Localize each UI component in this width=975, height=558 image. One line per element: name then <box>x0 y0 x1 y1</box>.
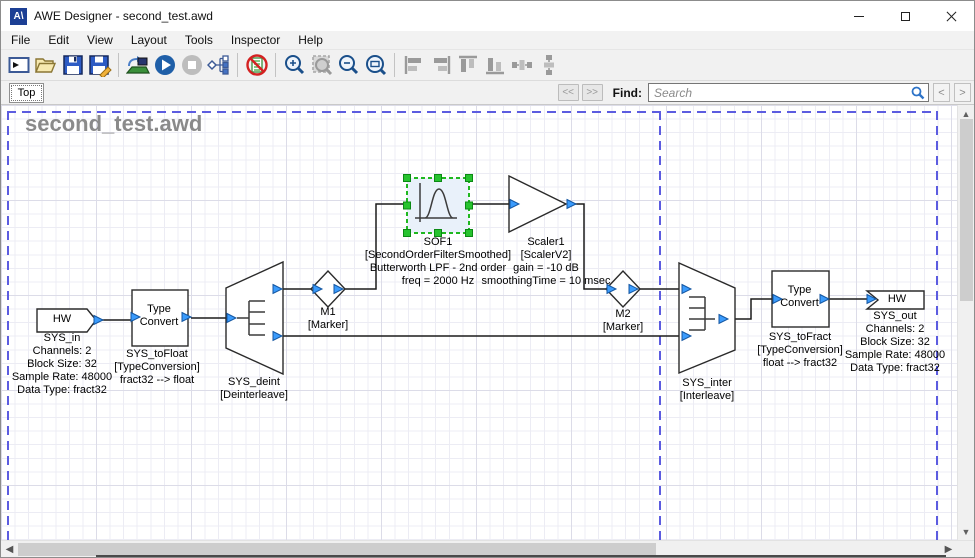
connect-target-icon <box>126 53 150 77</box>
save-as-icon <box>88 53 112 77</box>
zoom-out-button[interactable] <box>335 52 362 79</box>
open-button[interactable] <box>32 52 59 79</box>
menu-view[interactable]: View <box>79 32 121 48</box>
align-bottom-button[interactable] <box>481 52 508 79</box>
align-top-button[interactable] <box>454 52 481 79</box>
align-top-icon <box>456 53 480 77</box>
zoom-fit-button[interactable] <box>362 52 389 79</box>
align-right-button[interactable] <box>427 52 454 79</box>
block-caption-m2: M2[Marker] <box>593 308 653 334</box>
block-caption-sys-out: SYS_outChannels: 2Block Size: 32Sample R… <box>840 310 950 375</box>
window-title: AWE Designer - second_test.awd <box>34 9 213 23</box>
block-caption-inter: SYS_inter[Interleave] <box>652 377 762 403</box>
connect-target-button[interactable] <box>124 52 151 79</box>
tab-bar: Top << >> Find: < > <box>1 81 974 105</box>
wire-inter-tofract[interactable] <box>729 299 777 319</box>
background-window-edge <box>96 555 946 557</box>
block-caption-deint: SYS_deint[Deinterleave] <box>199 376 309 402</box>
zoom-selection-button[interactable] <box>308 52 335 79</box>
menu-inspector[interactable]: Inspector <box>223 32 288 48</box>
scrollbar-corner <box>957 541 974 557</box>
minimize-button[interactable] <box>836 1 882 31</box>
distribute-horizontal-icon <box>510 53 534 77</box>
app-logo-icon: A\ <box>10 8 27 25</box>
menu-tools[interactable]: Tools <box>177 32 221 48</box>
toolbar-separator <box>394 53 395 77</box>
block-caption-m1: M1[Marker] <box>298 306 358 332</box>
find-prev-button[interactable]: < <box>933 83 950 102</box>
align-left-icon <box>402 53 426 77</box>
new-button[interactable] <box>5 52 32 79</box>
menu-bar: File Edit View Layout Tools Inspector He… <box>1 31 974 50</box>
scroll-down-arrow[interactable]: ▼ <box>958 523 974 540</box>
save-button[interactable] <box>59 52 86 79</box>
distribute-vertical-button[interactable] <box>535 52 562 79</box>
menu-file[interactable]: File <box>3 32 38 48</box>
save-as-button[interactable] <box>86 52 113 79</box>
toolbar <box>1 50 974 81</box>
minimize-icon <box>854 16 864 17</box>
toolbar-separator <box>275 53 276 77</box>
run-button[interactable] <box>151 52 178 79</box>
propagate-button[interactable] <box>205 52 232 79</box>
align-right-icon <box>429 53 453 77</box>
vertical-scrollbar[interactable]: ▲ ▼ <box>957 105 974 540</box>
vertical-scroll-thumb[interactable] <box>960 119 973 301</box>
menu-layout[interactable]: Layout <box>123 32 175 48</box>
block-sof1[interactable] <box>407 178 469 233</box>
app-window: A\ AWE Designer - second_test.awd File E… <box>0 0 975 558</box>
block-label-hw-out: HW <box>870 293 924 306</box>
zoom-in-icon <box>283 53 307 77</box>
distribute-horizontal-button[interactable] <box>508 52 535 79</box>
zoom-fit-icon <box>364 53 388 77</box>
no-inspector-icon <box>245 53 269 77</box>
block-caption-sys-in: SYS_inChannels: 2Block Size: 32Sample Ra… <box>7 332 117 397</box>
zoom-selection-icon <box>310 53 334 77</box>
block-label-tofloat: TypeConvert <box>132 303 186 329</box>
find-label: Find: <box>613 86 642 100</box>
canvas-doc-title: second_test.awd <box>25 111 202 137</box>
title-bar: A\ AWE Designer - second_test.awd <box>1 1 974 31</box>
history-forward-button[interactable]: >> <box>582 84 603 101</box>
search-input[interactable] <box>648 83 929 102</box>
play-icon <box>153 53 177 77</box>
block-label-tofract: TypeConvert <box>772 284 827 310</box>
zoom-out-icon <box>337 53 361 77</box>
stop-button[interactable] <box>178 52 205 79</box>
search-icon[interactable] <box>911 86 925 100</box>
block-caption-tofloat: SYS_toFloat[TypeConversion]fract32 --> f… <box>102 348 212 387</box>
block-caption-scaler1: Scaler1[ScalerV2]gain = -10 dBsmoothingT… <box>456 236 636 288</box>
history-back-button[interactable]: << <box>558 84 579 101</box>
maximize-button[interactable] <box>882 1 928 31</box>
schematic-canvas[interactable]: second_test.awd <box>1 105 957 540</box>
disable-inspectors-button[interactable] <box>243 52 270 79</box>
menu-help[interactable]: Help <box>290 32 331 48</box>
close-icon <box>946 11 957 22</box>
zoom-in-button[interactable] <box>281 52 308 79</box>
align-left-button[interactable] <box>400 52 427 79</box>
tab-top[interactable]: Top <box>9 83 44 103</box>
find-next-button[interactable]: > <box>954 83 971 102</box>
block-label-hw-in: HW <box>37 313 87 326</box>
scroll-left-arrow[interactable]: ◀ <box>1 541 18 557</box>
propagate-icon <box>207 53 231 77</box>
open-folder-icon <box>34 53 58 77</box>
maximize-icon <box>901 12 910 21</box>
toolbar-separator <box>237 53 238 77</box>
stop-icon <box>180 53 204 77</box>
distribute-vertical-icon <box>537 53 561 77</box>
block-caption-tofract: SYS_toFract[TypeConversion]float --> fra… <box>745 331 855 370</box>
close-button[interactable] <box>928 1 974 31</box>
new-file-icon <box>7 53 31 77</box>
save-icon <box>61 53 85 77</box>
menu-edit[interactable]: Edit <box>40 32 77 48</box>
align-bottom-icon <box>483 53 507 77</box>
toolbar-separator <box>118 53 119 77</box>
